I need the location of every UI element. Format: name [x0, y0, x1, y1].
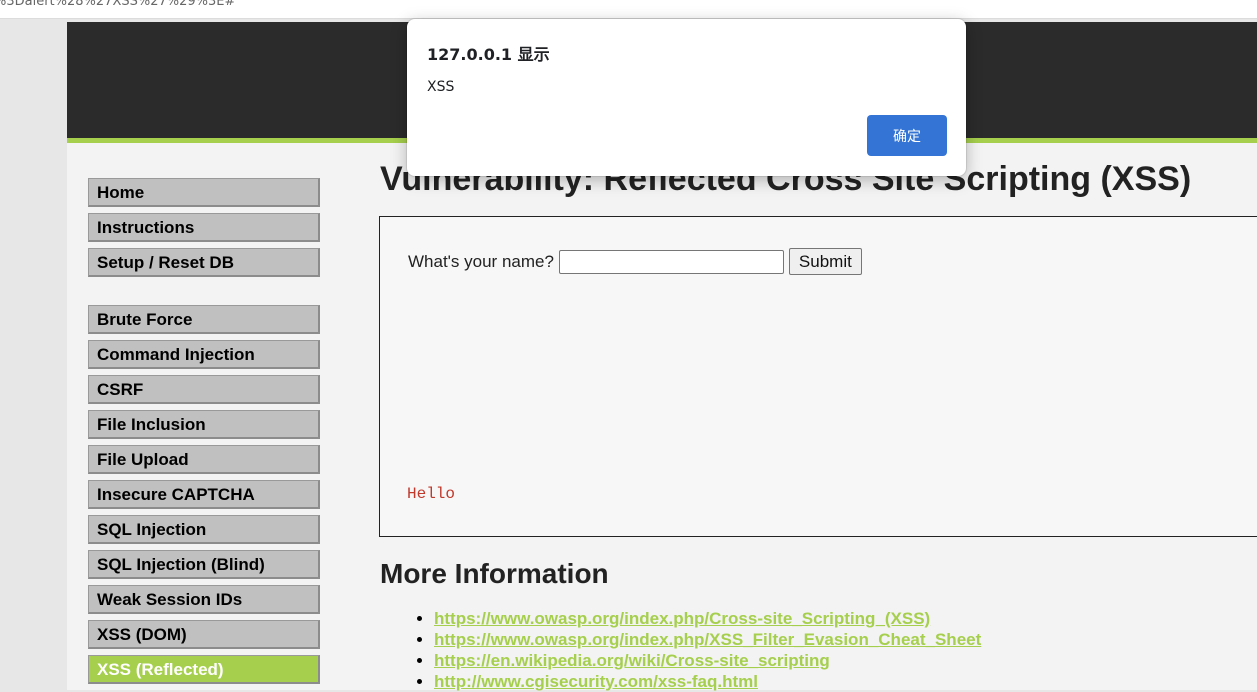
list-item: https://en.wikipedia.org/wiki/Cross-site…: [434, 650, 981, 671]
menu-item-xss-dom[interactable]: XSS (DOM): [88, 620, 320, 649]
menu-item-file-upload[interactable]: File Upload: [88, 445, 320, 474]
list-item: https://www.owasp.org/index.php/XSS_Filt…: [434, 629, 981, 650]
menu-item-sql-injection[interactable]: SQL Injection: [88, 515, 320, 544]
menu-item-home[interactable]: Home: [88, 178, 320, 207]
name-form: What's your name? Submit: [408, 248, 862, 275]
menu-item-weak-session-ids[interactable]: Weak Session IDs: [88, 585, 320, 614]
name-label: What's your name?: [408, 251, 554, 271]
owasp-filter-evasion-link[interactable]: https://www.owasp.org/index.php/XSS_Filt…: [434, 630, 981, 649]
wikipedia-xss-link[interactable]: https://en.wikipedia.org/wiki/Cross-site…: [434, 651, 830, 670]
more-info-links: https://www.owasp.org/index.php/Cross-si…: [412, 608, 981, 692]
menu-divider: [88, 283, 322, 305]
url-text: %3Dalert%28%27XSS%27%29%3E#: [0, 0, 236, 9]
address-bar[interactable]: %3Dalert%28%27XSS%27%29%3E#: [0, 0, 1257, 19]
cgisecurity-xss-faq-link[interactable]: http://www.cgisecurity.com/xss-faq.html: [434, 672, 758, 691]
menu-item-file-inclusion[interactable]: File Inclusion: [88, 410, 320, 439]
menu-item-csrf[interactable]: CSRF: [88, 375, 320, 404]
submit-button[interactable]: Submit: [788, 248, 862, 275]
menu-item-sql-injection-blind[interactable]: SQL Injection (Blind): [88, 550, 320, 579]
menu-item-xss-reflected[interactable]: XSS (Reflected): [88, 655, 320, 684]
more-info-heading: More Information: [380, 558, 609, 589]
alert-ok-button[interactable]: 确定: [867, 115, 947, 156]
owasp-xss-link[interactable]: https://www.owasp.org/index.php/Cross-si…: [434, 609, 930, 628]
list-item: https://www.owasp.org/index.php/Cross-si…: [434, 608, 981, 629]
sidebar-menu: Home Instructions Setup / Reset DB Brute…: [88, 178, 322, 690]
reflected-output: Hello: [407, 485, 456, 503]
menu-item-instructions[interactable]: Instructions: [88, 213, 320, 242]
alert-message: XSS: [427, 79, 455, 95]
menu-item-setup[interactable]: Setup / Reset DB: [88, 248, 320, 277]
name-input[interactable]: [558, 249, 784, 274]
menu-item-brute-force[interactable]: Brute Force: [88, 305, 320, 334]
vulnerability-box: What's your name? Submit Hello: [379, 216, 1257, 537]
alert-title: 127.0.0.1 显示: [427, 45, 550, 64]
list-item: http://www.cgisecurity.com/xss-faq.html: [434, 671, 981, 692]
menu-item-insecure-captcha[interactable]: Insecure CAPTCHA: [88, 480, 320, 509]
menu-item-command-injection[interactable]: Command Injection: [88, 340, 320, 369]
alert-dialog: 127.0.0.1 显示 XSS 确定: [407, 19, 966, 176]
